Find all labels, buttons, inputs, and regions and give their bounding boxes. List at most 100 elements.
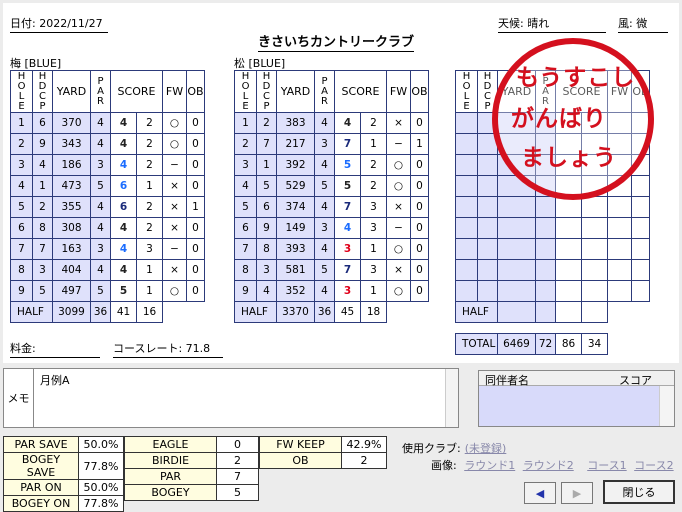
memo-scrollbar[interactable] [445,369,458,427]
hole-row[interactable]: 9 5 497 5 5 1 ○ 0 [10,280,205,302]
hole-row[interactable]: 6 8 308 4 4 2 × 0 [10,217,205,239]
putts[interactable]: 2 [360,112,387,134]
putts[interactable]: 1 [360,133,387,155]
score[interactable]: 3 [334,238,361,260]
ob[interactable]: 0 [186,133,205,155]
hole-row[interactable]: 8 3 581 5 7 3 × 0 [234,259,429,281]
score[interactable]: 4 [110,238,137,260]
putts[interactable]: 3 [360,217,387,239]
score[interactable]: 6 [110,175,137,197]
hole-row[interactable]: 1 2 383 4 4 2 × 0 [234,112,429,134]
fairway[interactable]: × [386,112,411,134]
fairway[interactable]: × [386,259,411,281]
ob[interactable]: 0 [410,217,429,239]
fairway[interactable]: − [386,217,411,239]
score[interactable]: 4 [334,112,361,134]
ob[interactable]: 0 [186,112,205,134]
image-link-round1[interactable]: ラウンド1 [464,459,515,472]
score[interactable]: 4 [334,217,361,239]
ob[interactable]: 0 [410,238,429,260]
score[interactable]: 5 [110,280,137,302]
fairway[interactable]: ○ [386,238,411,260]
hole-row[interactable]: 9 4 352 4 3 1 ○ 0 [234,280,429,302]
ob[interactable]: 0 [410,196,429,218]
memo-text[interactable]: 月例A [40,372,70,388]
hole-row[interactable]: 1 6 370 4 4 2 ○ 0 [10,112,205,134]
putts[interactable]: 2 [136,112,163,134]
putts[interactable]: 2 [360,175,387,197]
putts[interactable]: 2 [136,133,163,155]
fairway[interactable]: − [386,133,411,155]
hole-row[interactable]: 4 1 473 5 6 1 × 0 [10,175,205,197]
putts[interactable]: 1 [136,175,163,197]
score[interactable]: 3 [334,280,361,302]
hole-row[interactable]: 2 9 343 4 4 2 ○ 0 [10,133,205,155]
score[interactable]: 4 [110,259,137,281]
ob[interactable]: 1 [186,196,205,218]
back-button[interactable]: ◀ [524,482,556,504]
clubs-link[interactable]: (未登録) [465,442,507,455]
putts[interactable]: 3 [360,196,387,218]
score[interactable]: 5 [334,154,361,176]
score[interactable]: 5 [334,175,361,197]
ob[interactable]: 0 [186,154,205,176]
ob[interactable]: 0 [410,112,429,134]
ob[interactable]: 0 [186,259,205,281]
ob[interactable]: 0 [410,280,429,302]
forward-button[interactable]: ▶ [561,482,593,504]
fairway[interactable]: × [386,196,411,218]
score[interactable]: 7 [334,133,361,155]
putts[interactable]: 3 [136,238,163,260]
image-link-course1[interactable]: コース1 [587,459,626,472]
score[interactable]: 4 [110,133,137,155]
score[interactable]: 4 [110,112,137,134]
fairway[interactable]: × [162,175,187,197]
ob[interactable]: 0 [410,175,429,197]
fairway[interactable]: ○ [386,175,411,197]
ob[interactable]: 0 [186,280,205,302]
score[interactable]: 6 [110,196,137,218]
memo-box[interactable]: メモ 月例A [3,368,459,428]
putts[interactable]: 3 [360,259,387,281]
image-link-course2[interactable]: コース2 [634,459,673,472]
putts[interactable]: 1 [136,280,163,302]
fairway[interactable]: × [162,259,187,281]
putts[interactable]: 2 [136,217,163,239]
putts[interactable]: 1 [136,259,163,281]
companion-rows[interactable] [479,386,659,426]
fairway[interactable]: − [162,154,187,176]
hole-row[interactable]: 5 6 374 4 7 3 × 0 [234,196,429,218]
fairway[interactable]: ○ [162,112,187,134]
ob[interactable]: 0 [410,154,429,176]
hole-row[interactable]: 5 2 355 4 6 2 × 1 [10,196,205,218]
companion-list[interactable]: 同伴者名 スコア [478,370,675,427]
hole-row[interactable]: 7 7 163 3 4 3−0 [10,238,205,260]
ob[interactable]: 1 [410,133,429,155]
hole-row[interactable]: 2 7 217 3 7 1−1 [234,133,429,155]
hole-row[interactable]: 6 9 149 3 4 3−0 [234,217,429,239]
score[interactable]: 4 [110,217,137,239]
hole-row[interactable]: 8 3 404 4 4 1 × 0 [10,259,205,281]
fairway[interactable]: ○ [386,280,411,302]
score[interactable]: 7 [334,196,361,218]
putts[interactable]: 2 [136,154,163,176]
fairway[interactable]: × [162,217,187,239]
hole-row[interactable]: 3 1 392 4 5 2 ○ 0 [234,154,429,176]
fairway[interactable]: ○ [162,280,187,302]
image-link-round2[interactable]: ラウンド2 [523,459,574,472]
hole-row[interactable]: 4 5 529 5 5 2 ○ 0 [234,175,429,197]
ob[interactable]: 0 [186,217,205,239]
companion-scrollbar[interactable] [659,386,674,426]
fairway[interactable]: ○ [386,154,411,176]
ob[interactable]: 0 [186,175,205,197]
putts[interactable]: 2 [136,196,163,218]
putts[interactable]: 1 [360,238,387,260]
fairway[interactable]: − [162,238,187,260]
ob[interactable]: 0 [410,259,429,281]
hole-row[interactable]: 7 8 393 4 3 1 ○ 0 [234,238,429,260]
fairway[interactable]: ○ [162,133,187,155]
score[interactable]: 4 [110,154,137,176]
ob[interactable]: 0 [186,238,205,260]
score[interactable]: 7 [334,259,361,281]
fairway[interactable]: × [162,196,187,218]
